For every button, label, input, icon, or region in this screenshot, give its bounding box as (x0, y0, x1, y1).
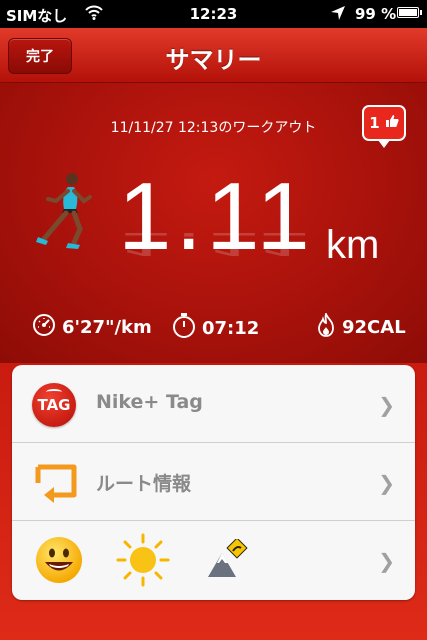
pace-stat: 6'27"/km (32, 313, 152, 342)
page-title: サマリー (165, 46, 262, 74)
distance-unit: km (326, 223, 380, 267)
battery-percent: 99 % (355, 5, 397, 23)
stats-row: 6'27"/km 07:12 92CAL (0, 311, 427, 344)
terrain-icon[interactable] (206, 537, 250, 583)
chevron-right-icon: ❯ (378, 393, 395, 417)
list-item-route[interactable]: ルート情報 ❯ (12, 443, 415, 521)
list-item-conditions[interactable]: ❯ (12, 521, 415, 600)
details-card: TAG Nike+ Tag ❯ ルート情報 ❯ ❯ (12, 365, 415, 600)
calories-value: 92CAL (342, 317, 406, 338)
route-icon (34, 461, 78, 507)
nike-tag-icon: TAG (32, 383, 76, 427)
speedometer-icon (32, 313, 56, 342)
location-arrow-icon (330, 5, 346, 25)
chevron-right-icon: ❯ (378, 471, 395, 495)
duration-stat: 07:12 (172, 313, 259, 344)
list-item-label: ルート情報 (96, 473, 192, 495)
list-item-label: Nike+ Tag (96, 391, 203, 413)
chevron-right-icon: ❯ (378, 549, 395, 573)
navigation-bar: 完了 サマリー (0, 28, 427, 83)
thumbs-up-icon (385, 114, 399, 132)
sun-icon[interactable] (116, 533, 170, 591)
status-bar: SIMなし 12:23 99 % (0, 0, 427, 28)
details-section: TAG Nike+ Tag ❯ ルート情報 ❯ ❯ (0, 363, 427, 640)
workout-summary: 11/11/27 12:13のワークアウト 1 1.11 1.11 km 6'2… (0, 83, 427, 363)
like-count: 1 (369, 114, 380, 132)
battery-icon (397, 7, 422, 18)
list-item-nike-tag[interactable]: TAG Nike+ Tag ❯ (12, 365, 415, 443)
distance-reflection: 1.11 (118, 225, 314, 264)
runner-icon (34, 169, 94, 265)
stopwatch-icon (172, 313, 196, 344)
pace-value: 6'27"/km (62, 317, 152, 338)
smiley-icon[interactable] (34, 535, 84, 589)
calories-stat: 92CAL (316, 311, 406, 342)
like-badge[interactable]: 1 (362, 105, 406, 148)
duration-value: 07:12 (202, 318, 260, 339)
flame-icon (316, 311, 336, 342)
